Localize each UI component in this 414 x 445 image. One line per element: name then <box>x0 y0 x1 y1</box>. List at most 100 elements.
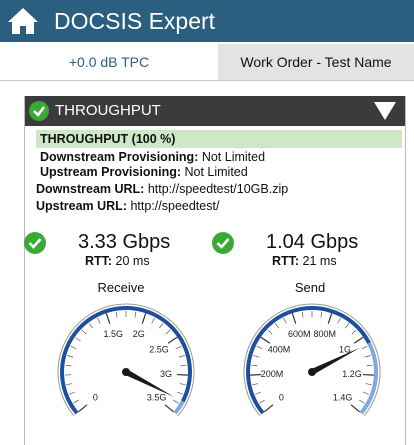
send-gauge-minor-tick <box>359 399 365 404</box>
receive-gauge: 0 1.5G 2G 2.5G 3G 3.5G <box>57 303 195 417</box>
downstream-provisioning: Downstream Provisioning: Not Limited <box>40 150 265 165</box>
send-gauge-minor-tick <box>274 323 280 329</box>
receive-gauge-minor-tick <box>134 311 137 318</box>
send-gauge-major-tick <box>291 313 297 324</box>
receive-gauge-tick-label: 3G <box>160 369 172 379</box>
app-title: DOCSIS Expert <box>54 8 216 34</box>
send-gauge-minor-tick <box>320 311 323 318</box>
send-gauge-major-tick <box>327 313 333 324</box>
receive-gauge-minor-tick <box>180 364 187 367</box>
send-gauge-major-tick <box>264 404 274 413</box>
upstream-provisioning-label: Upstream Provisioning: <box>40 165 181 179</box>
send-gauge-minor-tick <box>283 317 287 324</box>
upstream-provisioning: Upstream Provisioning: Not Limited <box>40 165 248 180</box>
receive-gauge-major-tick <box>164 404 174 413</box>
section-title: THROUGHPUT <box>55 102 161 119</box>
receive-gauge-minor-tick <box>178 355 185 358</box>
send-gauge-minor-tick <box>301 311 304 318</box>
send-rtt-value: 21 ms <box>299 254 337 268</box>
receive-gauge-minor-tick <box>65 364 72 367</box>
tabs-divider <box>0 80 218 81</box>
upstream-url-label: Upstream URL: <box>36 199 127 213</box>
receive-rtt-value: 20 ms <box>112 254 150 268</box>
send-gauge-major-tick <box>250 373 262 376</box>
upstream-url: Upstream URL: http://speedtest/ <box>36 199 219 214</box>
throughput-section-header[interactable]: THROUGHPUT <box>25 96 405 126</box>
receive-gauge-minor-tick <box>88 323 94 329</box>
home-icon[interactable] <box>6 6 40 36</box>
receive-gauge-minor-tick <box>81 329 87 335</box>
send-gauge-minor-tick <box>267 329 273 335</box>
receive-gauge-minor-tick <box>175 345 182 350</box>
receive-gauge-minor-tick <box>73 399 79 404</box>
app-header: DOCSIS Expert <box>0 0 414 42</box>
throughput-status: THROUGHPUT (100 %) <box>36 130 402 148</box>
receive-gauge-major-tick <box>78 404 88 413</box>
send-gauge-tick-label: 1.4G <box>333 393 353 403</box>
receive-gauge-value-arc <box>60 306 192 415</box>
receive-gauge-minor-tick <box>177 391 183 395</box>
receive-gauge-major-tick <box>176 373 188 376</box>
send-gauge-tick-label: 1.2G <box>342 369 362 379</box>
send-gauge-minor-tick <box>256 345 263 350</box>
receive-gauge-minor-tick <box>75 337 81 342</box>
send-gauge: 0200M400M600M 800M1G1.2G1.4G <box>243 303 381 417</box>
receive-gauge-minor-tick <box>179 383 186 386</box>
send-gauge-minor-tick <box>259 399 265 404</box>
send-gauge-tick-label: 0 <box>279 393 284 403</box>
receive-check-icon <box>24 232 46 254</box>
receive-gauge-tick-label: 1.5G <box>104 329 124 339</box>
send-gauge-tick-label: 200M <box>261 369 284 379</box>
send-gauge-hub <box>308 368 316 376</box>
receive-gauge-major-tick <box>141 313 147 324</box>
send-gauge-tick-label: 800M <box>313 329 336 339</box>
receive-gauge-tick-label: 3.5G <box>147 393 167 403</box>
receive-rtt-label: RTT: <box>85 254 113 268</box>
check-icon <box>29 101 49 121</box>
upstream-provisioning-value: Not Limited <box>181 165 248 179</box>
send-gauge-minor-tick <box>337 317 341 324</box>
send-gauge-tick-label: 600M <box>288 329 311 339</box>
send-gauge-minor-tick <box>344 323 350 329</box>
receive-gauge-minor-tick <box>67 355 74 358</box>
receive-gauge-minor-tick <box>165 329 171 335</box>
send-gauge-minor-tick <box>366 364 373 367</box>
upstream-url-value: http://speedtest/ <box>127 199 220 213</box>
downstream-url-value: http://speedtest/10GB.zip <box>144 182 289 196</box>
tab-tpc[interactable]: +0.0 dB TPC <box>0 44 219 80</box>
send-gauge-major-tick <box>362 373 374 376</box>
receive-gauge-hub <box>122 368 130 376</box>
send-gauge-minor-tick <box>251 364 258 367</box>
receive-gauge-minor-tick <box>115 311 118 318</box>
receive-gauge-major-tick <box>105 313 111 324</box>
send-label: Send <box>294 280 326 295</box>
receive-gauge-outer-ring <box>57 303 195 417</box>
send-rtt-label: RTT: <box>272 254 300 268</box>
receive-gauge-minor-tick <box>70 345 77 350</box>
send-gauge-outer-ring <box>243 303 381 417</box>
receive-gauge-tick-label: 2G <box>133 329 145 339</box>
send-gauge-minor-tick <box>364 355 371 358</box>
send-gauge-minor-tick <box>363 391 369 395</box>
tab-work-order[interactable]: Work Order - Test Name <box>218 44 414 81</box>
receive-gauge-minor-tick <box>151 317 155 324</box>
collapse-triangle-icon[interactable] <box>373 101 397 121</box>
downstream-provisioning-value: Not Limited <box>198 150 266 164</box>
receive-rtt: RTT: 20 ms <box>85 254 150 268</box>
send-gauge-minor-tick <box>252 383 259 386</box>
downstream-url-label: Downstream URL: <box>36 182 145 196</box>
send-gauge-major-tick <box>260 336 271 344</box>
receive-label: Receive <box>97 280 145 295</box>
receive-gauge-minor-tick <box>158 323 164 329</box>
receive-throughput-value: 3.33 Gbps <box>78 231 171 253</box>
send-gauge-minor-tick <box>255 391 261 395</box>
receive-gauge-major-tick <box>167 336 178 344</box>
send-check-icon <box>212 232 234 254</box>
receive-gauge-minor-tick <box>173 399 179 404</box>
send-gauge-minor-tick <box>253 355 260 358</box>
send-gauge-major-tick <box>353 336 364 344</box>
receive-gauge-tick-label: 2.5G <box>149 345 169 355</box>
send-gauge-minor-tick <box>351 329 357 335</box>
receive-gauge-minor-tick <box>97 317 101 324</box>
receive-gauge-minor-tick <box>66 383 73 386</box>
